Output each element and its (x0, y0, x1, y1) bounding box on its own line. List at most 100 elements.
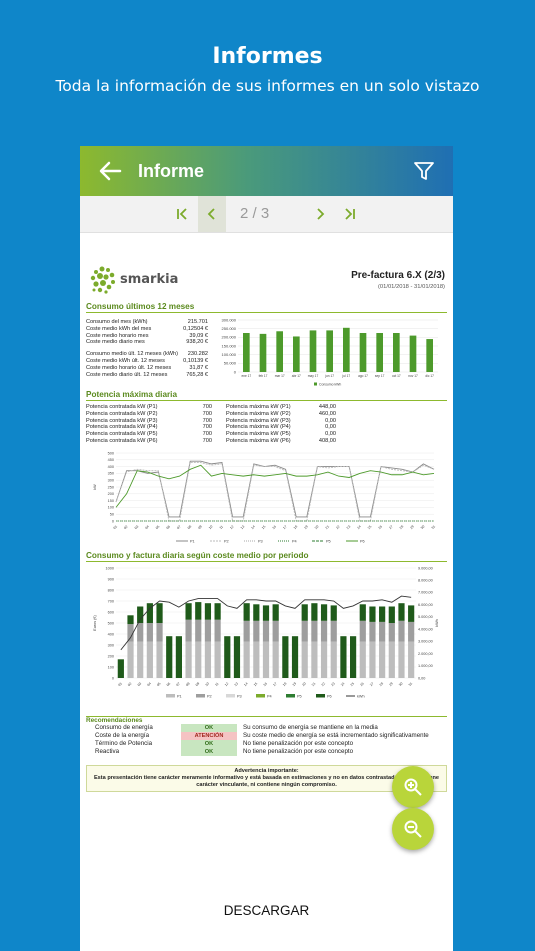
consumo-12m-row: Coste medio kWh últ. 12 meses 0,10139 € (86, 358, 208, 365)
bar-p1 (369, 641, 376, 678)
bar-p2 (408, 621, 415, 642)
bar-p6 (262, 605, 270, 621)
bar (293, 336, 300, 372)
x-tick-label: dic 17 (425, 374, 434, 378)
x-tick-label: 11 (214, 681, 219, 686)
bar-p6 (204, 602, 212, 620)
rec-section-title: Recomendaciones (86, 716, 143, 724)
x-tick-label: 20 (301, 681, 307, 687)
consumo-12m-value: 0,10139 € (183, 357, 208, 364)
consumo-12m-label: Coste medio kWh últ. 12 meses (86, 357, 165, 364)
prev-page-button[interactable] (198, 196, 226, 232)
daily-power-chart: 050100150200250300350400450500kW01 02 03 04… (93, 451, 437, 543)
legend-label: P5 (326, 539, 331, 543)
bar-p1 (330, 641, 337, 678)
legend-swatch (314, 382, 317, 386)
potencia-maxima-row: Potencia máxima kW (P3) 0,00 (226, 418, 336, 425)
x-tick-label: 16 (272, 524, 278, 530)
y2-tick-label: 4.000,00 (418, 627, 433, 631)
bar-p2 (369, 621, 376, 642)
legend-swatch (286, 693, 295, 698)
rec-status-badge: OK (181, 747, 237, 756)
x-tick-label: 16 (263, 681, 269, 687)
bar (309, 330, 317, 372)
x-tick-label: 03 (134, 524, 140, 530)
series-line-p6 (115, 464, 435, 508)
bar-p6 (272, 604, 279, 621)
consumo-value: 39,09 € (189, 332, 208, 339)
consumo-label: Consumo del mes (kWh) (86, 319, 148, 325)
x-tick-label: 13 (234, 681, 240, 687)
x-tick-label: 31 (431, 524, 437, 530)
x-tick-label: 13 (240, 524, 246, 530)
x-tick-label: 21 (325, 524, 331, 530)
x-tick-label: mar 17 (275, 374, 285, 378)
bar-p1 (127, 641, 134, 678)
last-page-button[interactable] (336, 196, 364, 232)
x-tick-label: 22 (335, 524, 341, 530)
potencia-contratada-row: Potencia contratada kW (P2) 700 (86, 411, 212, 418)
last-page-icon (345, 208, 355, 220)
y-tick-label: 0 (112, 519, 114, 523)
filter-icon[interactable] (413, 160, 435, 187)
bar-p1 (156, 641, 163, 678)
bar-p6 (214, 602, 221, 620)
potencia-contratada-label: Potencia contratada kW (P1) (86, 404, 158, 410)
rec-text: Su coste medio de energía se está increm… (243, 731, 429, 739)
bar-p6 (291, 635, 299, 678)
consumo-12m-value: 230.282 (187, 351, 208, 358)
bar-p6 (311, 602, 318, 621)
bar-p6 (388, 606, 395, 623)
zoom-out-button[interactable] (392, 808, 434, 850)
legend-label: P3 (237, 694, 242, 698)
y-tick-label: 250 (108, 485, 114, 489)
legend-swatch (256, 693, 265, 698)
y-tick-label: 200 (108, 492, 114, 496)
x-tick-label: 25 (367, 524, 373, 530)
potencia-contratada-value: 700 (202, 431, 212, 438)
potencia-maxima-row: Potencia máxima kW (P1) 448,00 (226, 404, 336, 411)
potencia-maxima-row: Potencia máxima kW (P4) 0,00 (226, 424, 336, 431)
bar-p2 (137, 622, 144, 642)
x-tick-label: 09 (197, 524, 203, 530)
bar-p1 (398, 641, 405, 678)
y-tick-label: 400 (108, 465, 114, 469)
potencia-contratada-table: Potencia contratada kW (P1) 700 Potencia c… (86, 404, 212, 445)
y2-tick-label: 6.000,00 (418, 603, 433, 607)
bar-p1 (185, 641, 192, 678)
y-tick-label: 100 (108, 665, 114, 669)
consumo-summary: Consumo del mes (kWh) 215.701 Coste medio … (86, 316, 208, 388)
y-tick-label: 300.000 (222, 317, 237, 322)
x-tick-label: 05 (156, 681, 162, 687)
rec-row: Reactiva OK No tiene penalización por este… (92, 747, 432, 756)
legend-label: P2 (207, 694, 212, 698)
zoom-in-button[interactable] (392, 766, 434, 808)
report-title: Pre-factura 6.X (2/3) (351, 270, 445, 281)
bar-p2 (204, 619, 212, 642)
y2-tick-label: 3.000,00 (418, 639, 433, 643)
rec-status-badge: OK (181, 723, 237, 732)
y-tick-label: 150 (108, 499, 114, 503)
potencia-maxima-value: 0,00 (325, 417, 336, 424)
bar-p2 (262, 620, 270, 642)
arrow-left-icon[interactable] (98, 160, 122, 187)
rec-status-cell: OK (178, 739, 240, 748)
y2-tick-label: 1.000,00 (418, 664, 433, 668)
bar-p6 (166, 635, 173, 678)
y-tick-label: 0 (112, 676, 114, 680)
x-tick-label: 25 (350, 681, 356, 687)
rec-row: Término de Potencia OK No tiene penalizaci… (92, 739, 432, 748)
x-tick-label: 08 (187, 524, 193, 530)
potencia-contratada-value: 700 (202, 410, 212, 417)
download-button[interactable]: DESCARGAR (80, 903, 453, 918)
next-page-button[interactable] (306, 196, 334, 232)
daily-cost-chart: 0 100 200 300 400 500 600 700 800 900 1000 0,00 1.00… (93, 566, 439, 698)
first-page-button[interactable] (168, 196, 196, 232)
x-tick-label: jun 17 (324, 374, 334, 378)
bar-p1 (146, 641, 153, 678)
bar-p2 (330, 620, 337, 642)
x-tick-label: ene 17 (241, 374, 251, 378)
bar (243, 333, 250, 372)
pager: 2 / 3 (80, 196, 453, 233)
report-header: smarkia Pre-factura 6.X (2/3) (01/01/201… (86, 262, 447, 302)
